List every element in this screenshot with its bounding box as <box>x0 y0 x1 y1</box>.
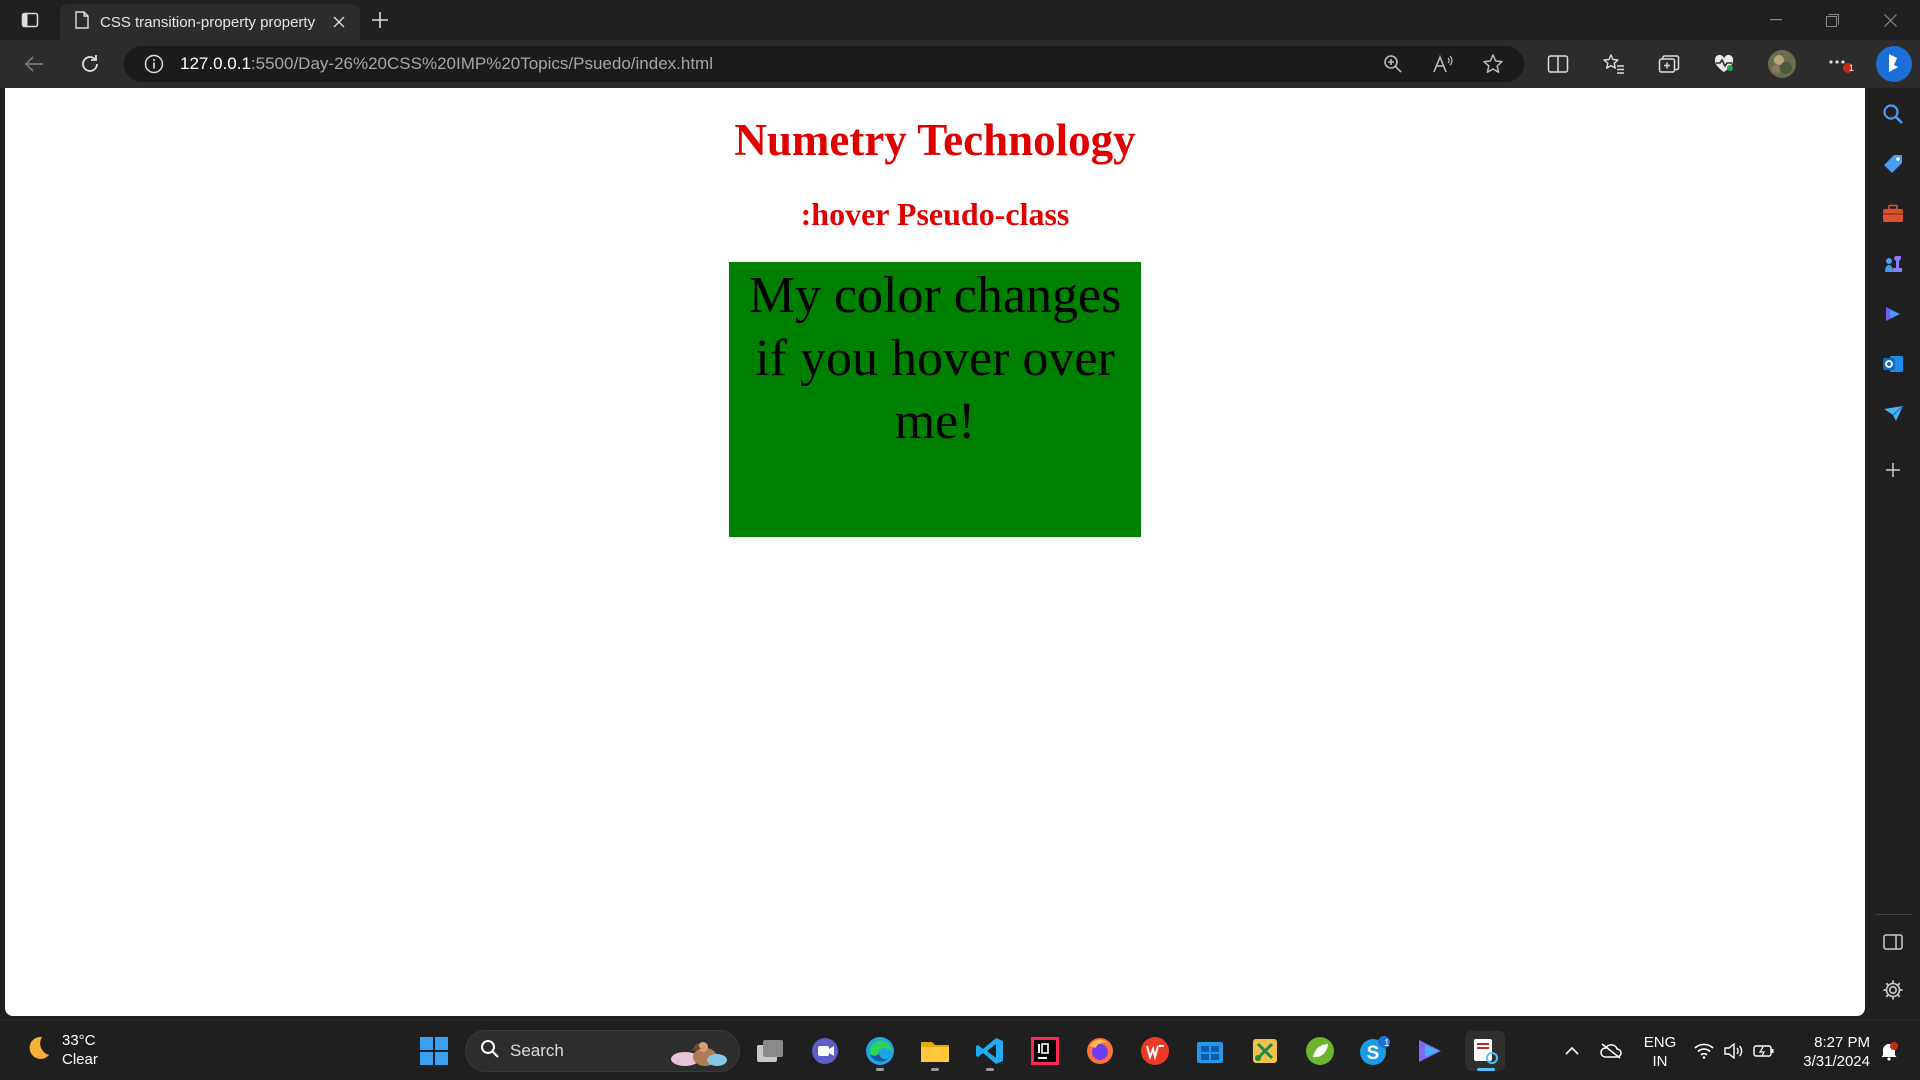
edge-sidebar <box>1866 88 1920 1020</box>
firefox-icon[interactable] <box>1080 1031 1120 1071</box>
browser-toolbar: 127.0.0.1:5500/Day-26%20CSS%20IMP%20Topi… <box>0 40 1920 88</box>
close-tab-icon[interactable] <box>328 11 350 33</box>
weather-temp: 33°C <box>62 1032 96 1049</box>
intellij-icon[interactable] <box>1025 1031 1065 1071</box>
weather-condition: Clear <box>62 1051 98 1068</box>
chess-icon[interactable] <box>1877 248 1909 280</box>
collections-icon[interactable] <box>1651 48 1687 80</box>
skype-badge: 1 <box>1384 1038 1390 1049</box>
back-icon[interactable] <box>16 48 52 80</box>
close-window-icon[interactable] <box>1862 0 1918 40</box>
volume-icon[interactable] <box>1722 1031 1746 1071</box>
copilot-icon[interactable] <box>1877 298 1909 330</box>
add-icon[interactable] <box>1877 454 1909 486</box>
edge-icon[interactable] <box>860 1031 900 1071</box>
taskbar: 33°C Clear Search S 1 ENG IN 8:27 PM 3/3… <box>0 1020 1920 1080</box>
hover-box[interactable]: My color changes if you hover over me! <box>729 262 1141 537</box>
new-tab-icon[interactable] <box>366 8 394 32</box>
snip-capture-icon[interactable] <box>1465 1031 1505 1071</box>
refresh-icon[interactable] <box>72 48 108 80</box>
svg-text:S: S <box>1367 1043 1380 1064</box>
notification-badge: 1 <box>1849 63 1855 73</box>
teams-chat-icon[interactable] <box>805 1031 845 1071</box>
vscode-icon[interactable] <box>970 1031 1010 1071</box>
language-indicator[interactable]: ENG IN <box>1640 1033 1680 1071</box>
spring-tool-icon[interactable] <box>1300 1031 1340 1071</box>
running-indicator <box>1477 1068 1495 1071</box>
profile-avatar[interactable] <box>1764 48 1800 80</box>
search-icon[interactable] <box>1877 98 1909 130</box>
page-viewport: Numetry Technology :hover Pseudo-class M… <box>5 88 1865 1016</box>
file-explorer-icon[interactable] <box>915 1031 955 1071</box>
page-subheading: :hover Pseudo-class <box>800 196 1070 232</box>
favorites-icon[interactable] <box>1596 48 1632 80</box>
tab-active[interactable]: CSS transition-property property <box>60 4 360 40</box>
chevron-up-icon[interactable] <box>1560 1031 1584 1071</box>
favorite-star-icon[interactable] <box>1476 48 1510 80</box>
page-heading: Numetry Technology <box>734 115 1136 165</box>
search-glass-icon <box>480 1039 500 1064</box>
search-label: Search <box>510 1041 564 1060</box>
browser-essentials-icon[interactable] <box>1706 48 1742 80</box>
wps-office-icon[interactable] <box>1135 1031 1175 1071</box>
url-text[interactable]: 127.0.0.1:5500/Day-26%20CSS%20IMP%20Topi… <box>180 54 713 74</box>
running-indicator <box>986 1068 994 1071</box>
page-icon <box>74 10 90 34</box>
bing-copilot-icon[interactable] <box>1874 44 1914 84</box>
sidebar-divider <box>1876 914 1912 915</box>
outlook-icon[interactable] <box>1877 348 1909 380</box>
tab-strip: CSS transition-property property <box>0 0 1920 40</box>
tag-icon[interactable] <box>1877 148 1909 180</box>
wifi-icon[interactable] <box>1692 1031 1716 1071</box>
task-view-icon[interactable] <box>750 1031 790 1071</box>
taskbar-search[interactable]: Search <box>465 1030 740 1072</box>
clock-time: 8:27 PM <box>1814 1034 1870 1051</box>
store-icon[interactable] <box>1190 1031 1230 1071</box>
read-aloud-icon[interactable] <box>1426 48 1460 80</box>
start-icon[interactable] <box>414 1031 454 1071</box>
running-indicator <box>876 1068 884 1071</box>
split-screen-icon[interactable] <box>1540 48 1576 80</box>
toolbox-icon[interactable] <box>1877 198 1909 230</box>
running-indicator <box>931 1068 939 1071</box>
battery-icon[interactable] <box>1752 1031 1776 1071</box>
zoom-icon[interactable] <box>1376 48 1410 80</box>
notification-bell-icon[interactable] <box>1876 1031 1902 1071</box>
address-bar[interactable]: 127.0.0.1:5500/Day-26%20CSS%20IMP%20Topi… <box>124 46 1524 82</box>
settings-icon[interactable] <box>1877 974 1909 1006</box>
site-info-icon[interactable] <box>144 54 164 74</box>
system-clock[interactable]: 8:27 PM 3/31/2024 <box>1790 1033 1870 1071</box>
snipping-tool-icon[interactable] <box>1245 1031 1285 1071</box>
panel-icon[interactable] <box>1877 926 1909 958</box>
clock-date: 3/31/2024 <box>1803 1053 1870 1070</box>
skype-icon[interactable]: S 1 <box>1355 1031 1395 1071</box>
moon-icon <box>24 1034 52 1067</box>
weather-widget[interactable]: 33°C Clear <box>24 1031 98 1069</box>
more-options-icon[interactable]: 1 <box>1822 48 1858 80</box>
cloud-offline-icon[interactable] <box>1598 1031 1624 1071</box>
send-icon[interactable] <box>1877 398 1909 430</box>
copilot-taskbar-icon[interactable] <box>1410 1031 1450 1071</box>
tab-actions-icon[interactable] <box>14 8 46 32</box>
tab-title: CSS transition-property property <box>100 13 316 31</box>
search-highlight-icon <box>665 1035 731 1074</box>
minimize-icon[interactable] <box>1748 0 1804 40</box>
restore-icon[interactable] <box>1804 0 1860 40</box>
